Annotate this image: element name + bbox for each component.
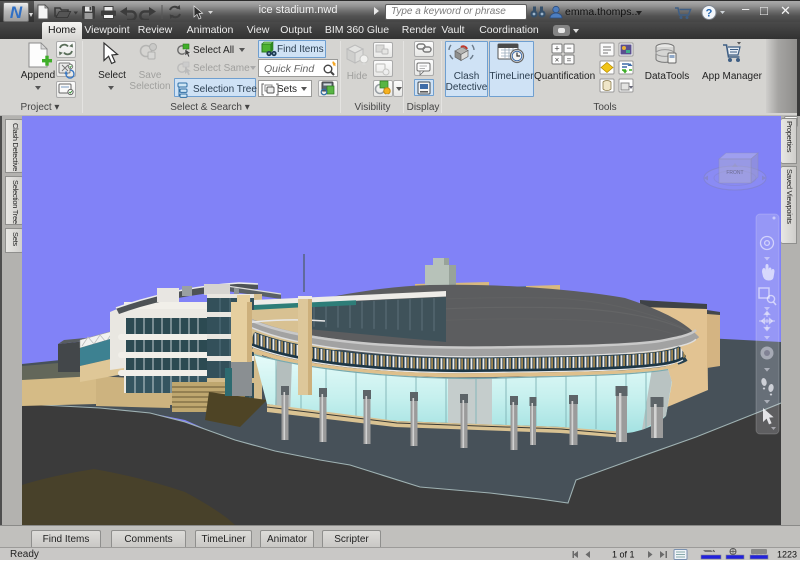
svg-text:×: × — [555, 56, 560, 65]
svg-text:=: = — [567, 56, 572, 65]
svg-text:−: − — [566, 43, 571, 53]
svg-text:1 of 1: 1 of 1 — [612, 550, 635, 560]
svg-text:FRONT: FRONT — [726, 170, 743, 176]
svg-text:1223: 1223 — [777, 550, 797, 560]
svg-text:+: + — [554, 44, 559, 54]
svg-text:?: ? — [706, 8, 713, 20]
